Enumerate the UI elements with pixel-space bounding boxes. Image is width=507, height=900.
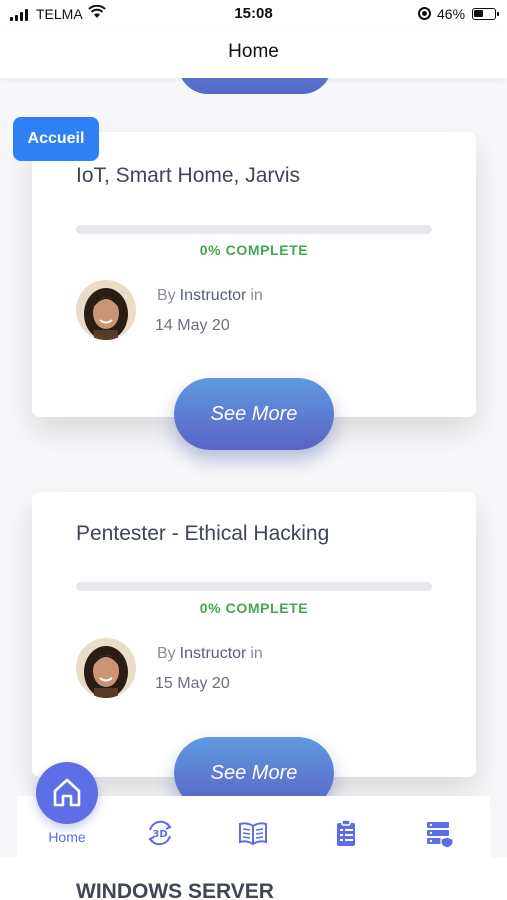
page-title: Home [228, 41, 279, 62]
avatar [76, 280, 136, 340]
instructor-link[interactable]: Instructor [180, 287, 247, 304]
next-section: WINDOWS SERVER [0, 858, 507, 900]
status-bar: TELMA 15:08 46% [0, 0, 507, 30]
progress-bar [76, 582, 432, 591]
avatar [76, 638, 136, 698]
home-icon [53, 778, 81, 807]
tab-servers[interactable] [409, 796, 469, 858]
progress-label: 0% COMPLETE [199, 242, 309, 258]
server-icon [427, 822, 454, 848]
clipboard-list-icon [337, 819, 355, 846]
progress-bar [76, 225, 432, 234]
instructor-byline: By Instructor in [157, 645, 263, 663]
course-card[interactable]: Pentester - Ethical Hacking 0% COMPLETE … [32, 492, 476, 777]
battery-icon [472, 8, 499, 20]
battery-percentage: 46% [437, 6, 466, 22]
instructor-link[interactable]: Instructor [180, 645, 247, 662]
tab-home[interactable] [36, 762, 98, 824]
in-label: in [250, 287, 263, 304]
course-title: IoT, Smart Home, Jarvis [76, 164, 301, 187]
course-date: 15 May 20 [155, 675, 230, 692]
course-date: 14 May 20 [155, 317, 230, 334]
course-card[interactable]: IoT, Smart Home, Jarvis 0% COMPLETE By In… [32, 132, 476, 417]
tab-3d[interactable]: 3D [130, 796, 190, 858]
tab-tasks[interactable] [316, 796, 376, 858]
by-label: By [157, 645, 176, 662]
tab-courses[interactable] [223, 796, 283, 858]
orientation-lock-icon [418, 7, 431, 20]
3d-rotate-icon: 3D [148, 820, 172, 846]
by-label: By [157, 287, 176, 304]
see-more-button[interactable]: See More [174, 378, 334, 450]
accueil-badge[interactable]: Accueil [13, 117, 99, 161]
nav-bar: Home [0, 30, 507, 78]
open-book-icon [239, 822, 267, 846]
section-title: WINDOWS SERVER [76, 880, 274, 900]
tab-home-label: Home [48, 829, 86, 845]
course-title: Pentester - Ethical Hacking [76, 522, 330, 545]
instructor-byline: By Instructor in [157, 287, 263, 305]
progress-label: 0% COMPLETE [199, 600, 309, 616]
in-label: in [250, 645, 263, 662]
svg-text:3D: 3D [152, 829, 167, 840]
